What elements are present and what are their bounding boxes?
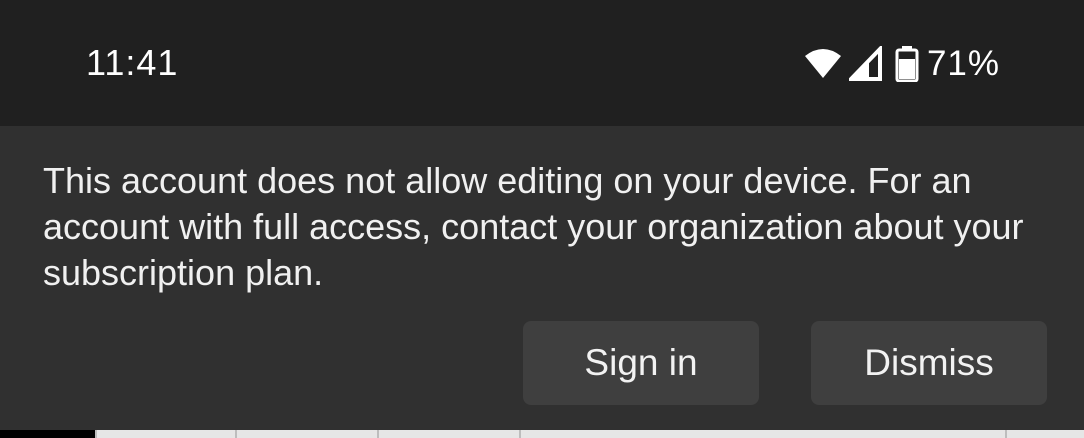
wifi-icon [804, 49, 841, 78]
battery-icon [895, 46, 919, 82]
status-icons: 71% [803, 44, 1000, 84]
status-bar: 11:41 71% [0, 0, 1084, 126]
column-divider [95, 430, 97, 438]
dismiss-button[interactable]: Dismiss [811, 321, 1047, 405]
column-divider [1005, 430, 1007, 438]
column-divider [519, 430, 521, 438]
subscription-warning-banner: This account does not allow editing on y… [0, 126, 1084, 430]
column-divider [377, 430, 379, 438]
spreadsheet-header-strip [0, 430, 1084, 438]
column-divider [235, 430, 237, 438]
banner-message: This account does not allow editing on y… [43, 160, 1024, 293]
corner-cell [0, 430, 95, 438]
battery-percent: 71% [926, 44, 1000, 83]
status-clock: 11:41 [86, 42, 179, 83]
sign-in-button[interactable]: Sign in [523, 321, 759, 405]
cellular-signal-icon [848, 46, 882, 81]
